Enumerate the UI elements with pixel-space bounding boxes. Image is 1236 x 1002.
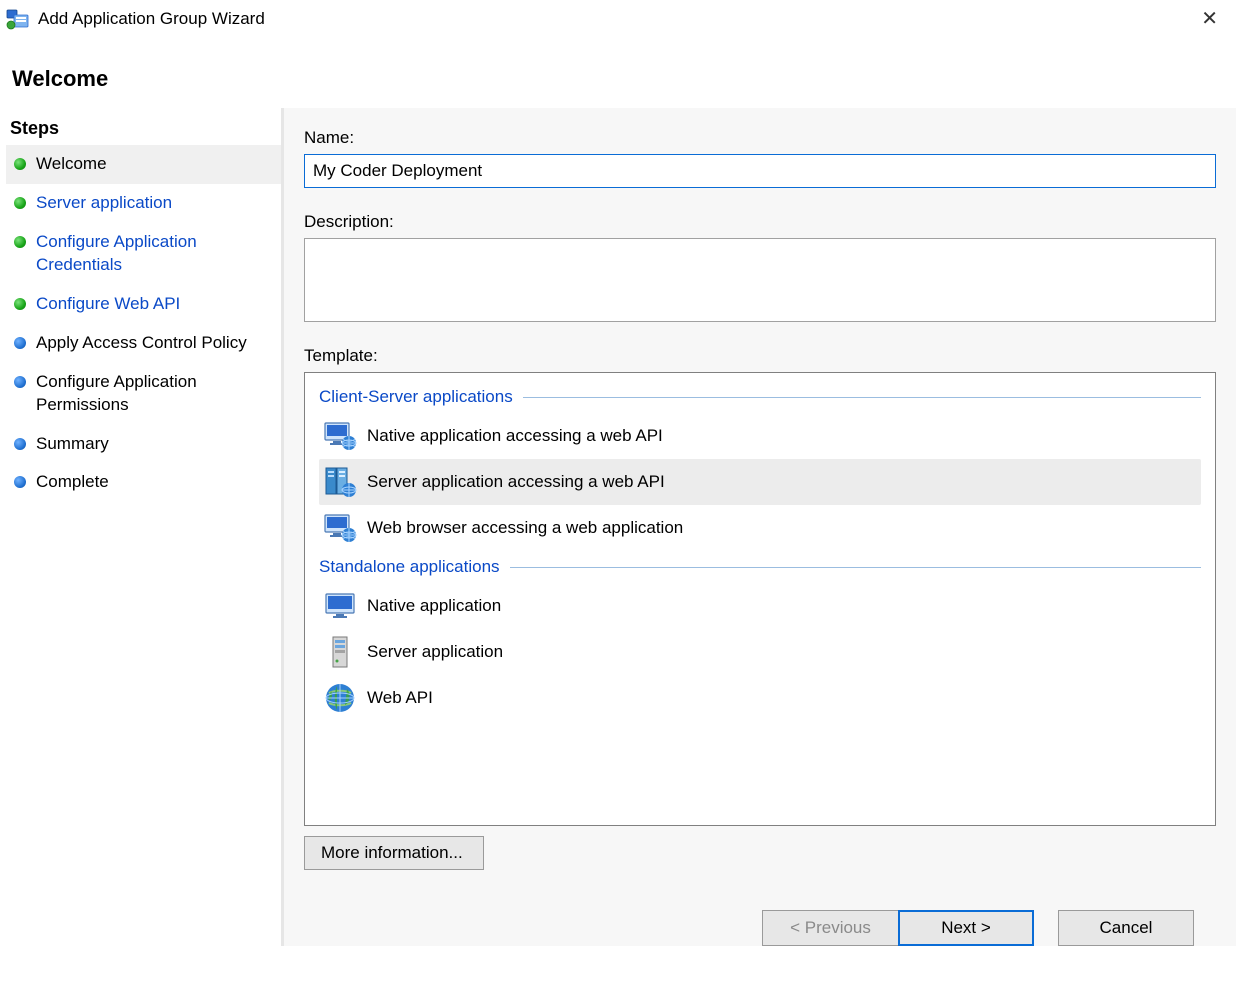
template-group-header: Standalone applications: [319, 557, 1201, 577]
step-item[interactable]: Welcome: [6, 145, 281, 184]
step-item[interactable]: Summary: [6, 425, 281, 464]
step-item[interactable]: Server application: [6, 184, 281, 223]
template-group-title: Standalone applications: [319, 557, 500, 577]
step-bullet-icon: [14, 298, 26, 310]
step-item[interactable]: Configure Web API: [6, 285, 281, 324]
steps-heading: Steps: [6, 114, 281, 145]
step-bullet-icon: [14, 197, 26, 209]
step-bullet-icon: [14, 337, 26, 349]
description-label: Description:: [304, 212, 1216, 232]
template-option-label: Native application accessing a web API: [367, 426, 663, 446]
divider: [510, 567, 1201, 568]
monitor-globe-icon: [323, 419, 357, 453]
next-button[interactable]: Next >: [898, 910, 1034, 946]
template-option-label: Web browser accessing a web application: [367, 518, 683, 538]
template-label: Template:: [304, 346, 1216, 366]
step-item[interactable]: Configure Application Credentials: [6, 223, 281, 285]
more-info-button[interactable]: More information...: [304, 836, 484, 870]
monitor-globe-icon: [323, 511, 357, 545]
template-option-label: Server application accessing a web API: [367, 472, 665, 492]
wizard-body: Steps Welcome Server application Configure…: [0, 108, 1236, 946]
template-group-header: Client-Server applications: [319, 387, 1201, 407]
step-label: Complete: [36, 471, 109, 494]
step-bullet-icon: [14, 376, 26, 388]
monitor-icon: [323, 589, 357, 623]
step-label: Apply Access Control Policy: [36, 332, 247, 355]
page-title: Welcome: [0, 38, 1236, 108]
server-globe-icon: [323, 465, 357, 499]
titlebar: Add Application Group Wizard ✕: [0, 0, 1236, 38]
template-option[interactable]: Server application accessing a web API: [319, 459, 1201, 505]
template-option[interactable]: Web browser accessing a web application: [319, 505, 1201, 551]
cancel-button[interactable]: Cancel: [1058, 910, 1194, 946]
template-option[interactable]: Native application: [319, 583, 1201, 629]
divider: [523, 397, 1201, 398]
step-label: Summary: [36, 433, 109, 456]
step-label: Welcome: [36, 153, 107, 176]
window-title: Add Application Group Wizard: [38, 9, 265, 29]
template-list: Client-Server applications Native applica…: [304, 372, 1216, 826]
template-option-label: Web API: [367, 688, 433, 708]
step-bullet-icon: [14, 158, 26, 170]
step-item[interactable]: Configure Application Permissions: [6, 363, 281, 425]
step-item[interactable]: Apply Access Control Policy: [6, 324, 281, 363]
name-input[interactable]: [304, 154, 1216, 188]
steps-panel: Steps Welcome Server application Configure…: [0, 108, 284, 946]
globe-icon: [323, 681, 357, 715]
step-bullet-icon: [14, 438, 26, 450]
step-label: Configure Application Credentials: [36, 231, 275, 277]
wizard-footer: < Previous Next > Cancel: [304, 894, 1216, 946]
step-bullet-icon: [14, 236, 26, 248]
step-label: Configure Web API: [36, 293, 180, 316]
step-item[interactable]: Complete: [6, 463, 281, 502]
close-icon[interactable]: ✕: [1193, 7, 1226, 31]
step-bullet-icon: [14, 476, 26, 488]
template-option[interactable]: Web API: [319, 675, 1201, 721]
step-label: Server application: [36, 192, 172, 215]
name-label: Name:: [304, 128, 1216, 148]
template-option[interactable]: Server application: [319, 629, 1201, 675]
template-option[interactable]: Native application accessing a web API: [319, 413, 1201, 459]
step-label: Configure Application Permissions: [36, 371, 275, 417]
template-group-title: Client-Server applications: [319, 387, 513, 407]
app-group-icon: [6, 7, 30, 31]
server-icon: [323, 635, 357, 669]
template-option-label: Native application: [367, 596, 501, 616]
template-option-label: Server application: [367, 642, 503, 662]
description-input[interactable]: [304, 238, 1216, 322]
main-panel: Name: Description: Template: Client-Serv…: [284, 108, 1236, 946]
previous-button: < Previous: [762, 910, 898, 946]
